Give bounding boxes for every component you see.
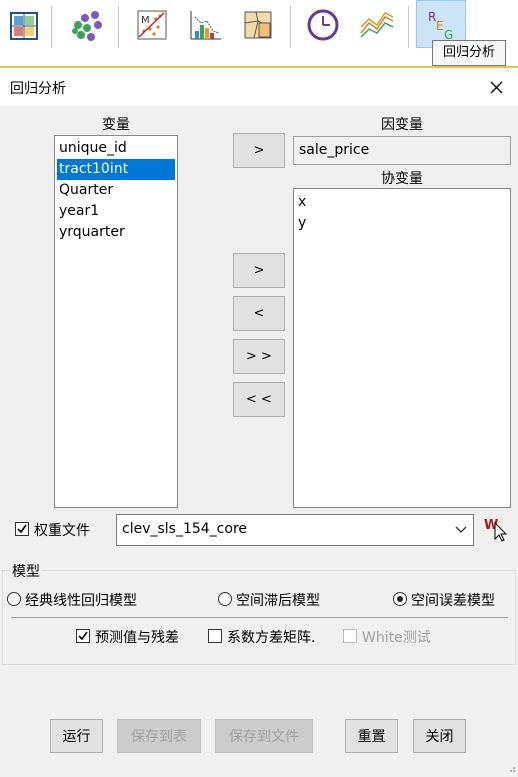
chevron-down-icon bbox=[455, 526, 467, 533]
close-button[interactable]: 关闭 bbox=[413, 719, 466, 753]
list-item[interactable]: Quarter bbox=[57, 180, 175, 201]
dependent-label: 因变量 bbox=[381, 117, 423, 133]
dialog-titlebar bbox=[0, 68, 518, 106]
radio-classic-label: 经典线性回归模型 bbox=[25, 593, 137, 609]
weights-checkbox[interactable] bbox=[15, 522, 29, 536]
cluster-icon[interactable] bbox=[65, 3, 109, 47]
toolbar-separator bbox=[408, 6, 409, 48]
remove-covariate-button[interactable]: < bbox=[233, 296, 285, 331]
group-divider bbox=[11, 617, 508, 618]
list-item[interactable]: y bbox=[296, 213, 508, 234]
dependent-field[interactable]: sale_price bbox=[293, 136, 511, 165]
variables-list[interactable]: unique_id tract10int Quarter year1 yrqua… bbox=[54, 135, 178, 508]
variables-label: 变量 bbox=[102, 117, 130, 133]
remove-all-button[interactable]: < < bbox=[233, 382, 285, 417]
radio-spatial-lag-label: 空间滞后模型 bbox=[236, 593, 320, 609]
save-to-table-button[interactable]: 保存到表 bbox=[117, 719, 201, 753]
add-dependent-button[interactable]: > bbox=[233, 133, 285, 168]
clock-icon[interactable] bbox=[301, 3, 345, 47]
white-test-label: White测试 bbox=[362, 630, 431, 646]
coef-var-label: 系数方差矩阵. bbox=[227, 630, 316, 646]
weights-manager-icon[interactable]: W bbox=[482, 514, 510, 542]
predicted-checkbox[interactable] bbox=[76, 629, 90, 643]
toolbar-separator bbox=[51, 6, 52, 48]
resize-grip-icon[interactable] bbox=[508, 761, 516, 772]
toolbar-separator bbox=[290, 6, 291, 48]
reset-button[interactable]: 重置 bbox=[345, 719, 398, 753]
cartogram-icon[interactable] bbox=[236, 3, 280, 47]
list-item[interactable]: unique_id bbox=[57, 138, 175, 159]
model-label: 模型 bbox=[10, 561, 42, 581]
predicted-label: 预测值与残差 bbox=[95, 630, 179, 646]
weights-label: 权重文件 bbox=[34, 523, 90, 539]
save-to-file-button[interactable]: 保存到文件 bbox=[215, 719, 313, 753]
white-test-checkbox[interactable] bbox=[343, 629, 357, 643]
coef-var-checkbox[interactable] bbox=[208, 629, 222, 643]
scatter-matrix-icon[interactable]: M bbox=[130, 3, 174, 47]
toolbar-separator bbox=[118, 6, 119, 48]
parallel-coordinates-icon[interactable] bbox=[355, 3, 399, 47]
covariates-label: 协变量 bbox=[381, 171, 423, 187]
toolbar-tooltip: 回归分析 bbox=[432, 40, 506, 66]
list-item[interactable]: yrquarter bbox=[57, 222, 175, 243]
list-item[interactable]: x bbox=[296, 192, 508, 213]
close-icon[interactable] bbox=[480, 72, 512, 102]
svg-text:M: M bbox=[141, 15, 150, 26]
map-grid-icon[interactable] bbox=[2, 3, 46, 47]
list-item-selected[interactable]: tract10int bbox=[57, 159, 175, 180]
add-all-button[interactable]: > > bbox=[233, 339, 285, 374]
radio-spatial-error[interactable] bbox=[393, 592, 407, 606]
radio-spatial-error-label: 空间误差模型 bbox=[411, 593, 495, 609]
weights-select[interactable]: clev_sls_154_core bbox=[116, 514, 474, 546]
covariates-list[interactable]: x y bbox=[293, 188, 511, 508]
radio-spatial-lag[interactable] bbox=[218, 592, 232, 606]
histogram-icon[interactable] bbox=[183, 3, 227, 47]
svg-text:E: E bbox=[436, 19, 444, 33]
add-covariate-button[interactable]: > bbox=[233, 253, 285, 288]
list-item[interactable]: year1 bbox=[57, 201, 175, 222]
run-button[interactable]: 运行 bbox=[50, 719, 103, 753]
weights-select-value: clev_sls_154_core bbox=[122, 521, 248, 537]
radio-classic[interactable] bbox=[7, 592, 21, 606]
dialog-title: 回归分析 bbox=[10, 81, 66, 97]
